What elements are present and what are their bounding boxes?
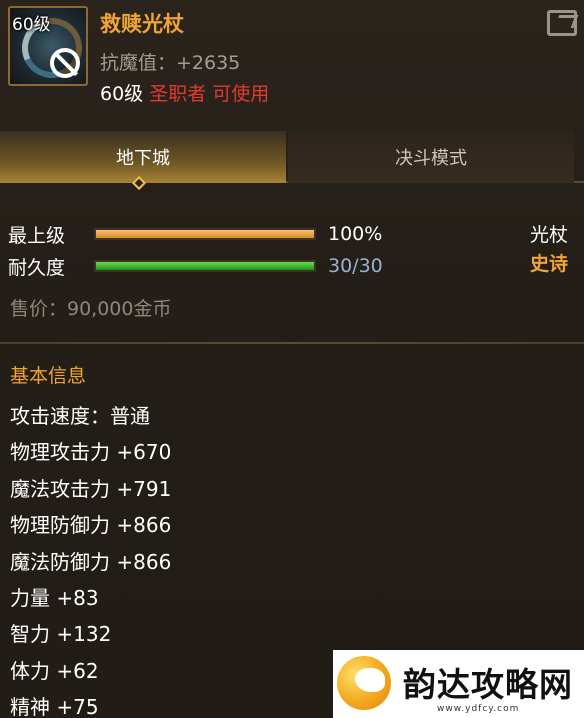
site-watermark: 韵达攻略网 www.ydfcy.com (333, 650, 584, 718)
attribute-intelligence: 智力 +132 (10, 622, 112, 647)
durability-label: 耐久度 (8, 256, 66, 279)
unusable-icon (50, 48, 80, 78)
site-logo-icon (337, 656, 391, 710)
quality-bar-fill (96, 230, 314, 238)
quality-bar (94, 228, 316, 240)
item-tooltip-panel: 60级 救赎光杖 抗魔值：+2635 60级 圣职者 可使用 地下城 决斗模式 … (0, 0, 584, 718)
durability-value: 30/30 (328, 255, 383, 277)
class-requirement: 60级 圣职者 可使用 (100, 79, 269, 106)
quality-value: 100% (328, 223, 383, 245)
attribute-attack-speed: 攻击速度：普通 (10, 404, 150, 428)
durability-bar (94, 260, 316, 272)
attribute-physical-attack: 物理攻击力 +670 (10, 440, 172, 465)
mode-tabs: 地下城 决斗模式 (0, 131, 584, 183)
tab-dungeon[interactable]: 地下城 (0, 131, 286, 183)
attribute-spirit: 精神 +75 (10, 695, 99, 718)
attribute-physical-defense: 物理防御力 +866 (10, 513, 172, 538)
durability-row: 耐久度 30/30 (8, 251, 383, 281)
item-name: 救赎光杖 (100, 12, 184, 36)
item-rarity: 史诗 (530, 253, 569, 275)
resist-magic-value: 抗魔值：+2635 (100, 52, 241, 74)
section-divider (0, 342, 584, 344)
attribute-strength: 力量 +83 (10, 585, 99, 610)
item-header: 60级 救赎光杖 抗魔值：+2635 60级 圣职者 可使用 (0, 0, 584, 118)
watermark-text: 韵达攻略网 (403, 665, 573, 704)
quality-label: 最上级 (8, 224, 66, 247)
attribute-magic-attack: 魔法攻击力 +791 (10, 476, 172, 501)
basic-info-title: 基本信息 (10, 365, 87, 387)
attribute-list: 攻击速度：普通 物理攻击力 +670 魔法攻击力 +791 物理防御力 +866… (10, 398, 171, 718)
item-level-tag: 60级 (12, 15, 51, 35)
sell-price: 售价：90,000金币 (10, 298, 172, 320)
quality-row: 最上级 100% (8, 219, 382, 249)
attribute-vitality: 体力 +62 (10, 658, 99, 683)
required-class: 圣职者 可使用 (149, 83, 270, 105)
attribute-magic-defense: 魔法防御力 +866 (10, 549, 172, 574)
required-level: 60级 (100, 83, 144, 105)
share-icon[interactable] (547, 10, 577, 36)
durability-bar-fill (96, 262, 314, 270)
weapon-type: 光杖 (530, 224, 569, 246)
watermark-url: www.ydfcy.com (437, 704, 520, 714)
tab-duel-mode[interactable]: 决斗模式 (288, 131, 574, 183)
item-weapon-icon: 60级 (8, 6, 88, 86)
